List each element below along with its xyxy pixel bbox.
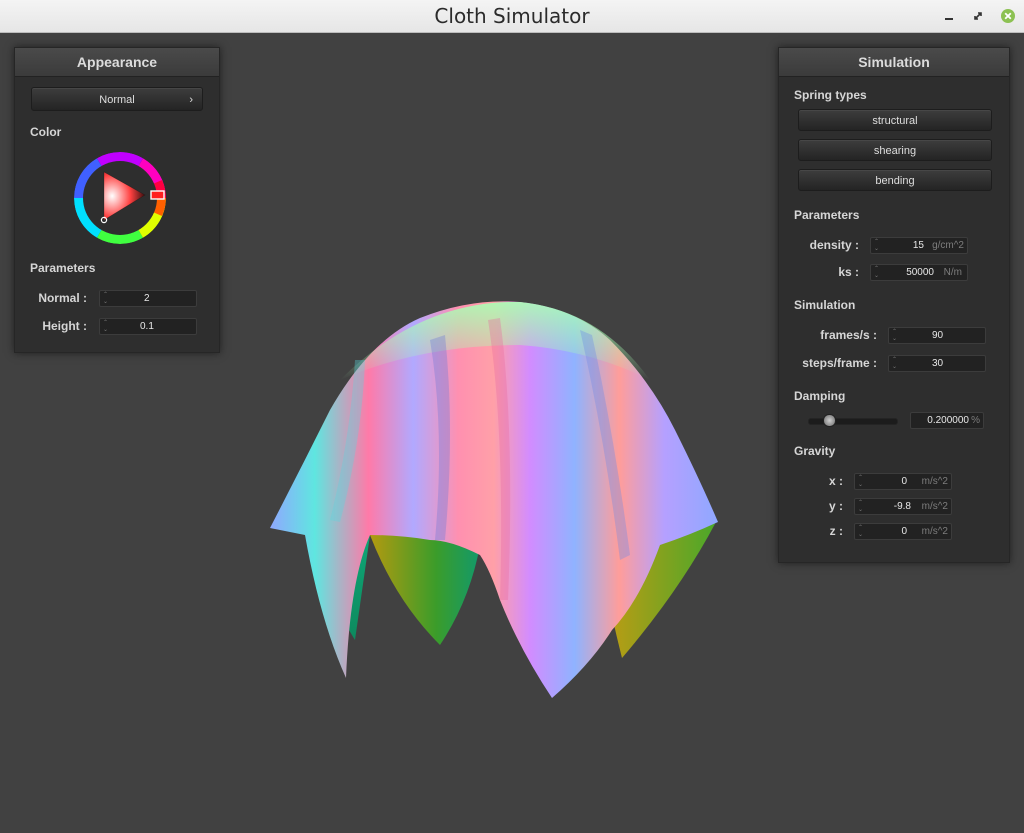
appearance-panel: Appearance Normal › Color Parameters Nor… bbox=[14, 47, 220, 353]
gravity-y-label: y : bbox=[828, 499, 843, 513]
window-title: Cloth Simulator bbox=[434, 4, 590, 28]
spring-structural-label: structural bbox=[872, 115, 918, 127]
damping-value: 0.200000 bbox=[927, 415, 969, 426]
gravity-x-field[interactable]: ⌃ ⌄ 0 m/s^2 bbox=[854, 473, 952, 490]
damping-slider-handle[interactable] bbox=[823, 414, 837, 427]
appearance-header[interactable]: Appearance bbox=[15, 48, 219, 77]
ks-unit: N/m bbox=[943, 267, 962, 278]
steps-value: 30 bbox=[932, 358, 944, 369]
spin-arrows-icon[interactable]: ⌃ ⌄ bbox=[874, 239, 882, 253]
fps-field[interactable]: ⌃ ⌄ 90 bbox=[888, 327, 986, 344]
density-field[interactable]: ⌃ ⌄ 15 g/cm^2 bbox=[870, 237, 968, 254]
spin-arrows-icon[interactable]: ⌃ ⌄ bbox=[892, 357, 900, 371]
ks-label: ks : bbox=[838, 265, 859, 279]
fps-value: 90 bbox=[932, 330, 944, 341]
gravity-label: Gravity bbox=[794, 444, 836, 458]
spin-arrows-icon[interactable]: ⌃ ⌄ bbox=[858, 525, 866, 539]
simulation-header[interactable]: Simulation bbox=[779, 48, 1009, 77]
sim-params-label: Parameters bbox=[794, 208, 860, 222]
maximize-icon[interactable] bbox=[970, 8, 986, 24]
color-label: Color bbox=[30, 125, 62, 139]
title-bar: Cloth Simulator bbox=[0, 0, 1024, 33]
normal-label: Normal : bbox=[38, 291, 87, 305]
ks-value: 50000 bbox=[906, 267, 934, 278]
simulation-section-label: Simulation bbox=[794, 298, 856, 312]
gravity-z-field[interactable]: ⌃ ⌄ 0 m/s^2 bbox=[854, 523, 952, 540]
gravity-z-unit: m/s^2 bbox=[921, 526, 948, 537]
gravity-y-field[interactable]: ⌃ ⌄ -9.8 m/s^2 bbox=[854, 498, 952, 515]
simulation-panel: Simulation Spring types structural shear… bbox=[778, 47, 1010, 563]
gravity-x-unit: m/s^2 bbox=[921, 476, 948, 487]
shader-select-value: Normal bbox=[99, 94, 135, 106]
height-label: Height : bbox=[42, 319, 87, 333]
minimize-icon[interactable] bbox=[941, 8, 957, 24]
gravity-y-unit: m/s^2 bbox=[921, 501, 948, 512]
spring-shearing-button[interactable]: shearing bbox=[798, 139, 992, 161]
damping-slider-track[interactable] bbox=[808, 418, 898, 425]
spring-bending-button[interactable]: bending bbox=[798, 169, 992, 191]
ks-field[interactable]: ⌃ ⌄ 50000 N/m bbox=[870, 264, 968, 281]
gravity-x-label: x : bbox=[828, 474, 843, 488]
height-value: 0.1 bbox=[140, 321, 154, 332]
steps-label: steps/frame : bbox=[802, 356, 877, 370]
spin-arrows-icon[interactable]: ⌃ ⌄ bbox=[103, 292, 111, 306]
damping-label: Damping bbox=[794, 389, 846, 403]
normal-field[interactable]: ⌃ ⌄ 2 bbox=[99, 290, 197, 307]
spin-arrows-icon[interactable]: ⌃ ⌄ bbox=[858, 500, 866, 514]
close-icon[interactable] bbox=[1000, 8, 1016, 24]
spin-arrows-icon[interactable]: ⌃ ⌄ bbox=[103, 320, 111, 334]
chevron-right-icon: › bbox=[189, 94, 193, 106]
gravity-x-value: 0 bbox=[901, 476, 907, 487]
spring-types-label: Spring types bbox=[794, 88, 867, 102]
steps-field[interactable]: ⌃ ⌄ 30 bbox=[888, 355, 986, 372]
spin-arrows-icon[interactable]: ⌃ ⌄ bbox=[874, 266, 882, 280]
spring-bending-label: bending bbox=[875, 175, 915, 187]
gravity-z-value: 0 bbox=[901, 526, 907, 537]
spring-structural-button[interactable]: structural bbox=[798, 109, 992, 131]
spin-arrows-icon[interactable]: ⌃ ⌄ bbox=[892, 329, 900, 343]
spring-shearing-label: shearing bbox=[873, 145, 917, 157]
gravity-y-value: -9.8 bbox=[893, 501, 911, 512]
normal-value: 2 bbox=[144, 293, 150, 304]
damping-unit: % bbox=[971, 415, 980, 426]
density-value: 15 bbox=[912, 240, 924, 251]
gravity-z-label: z : bbox=[829, 524, 843, 538]
density-label: density : bbox=[809, 238, 859, 252]
damping-field[interactable]: 0.200000 % bbox=[910, 412, 984, 429]
app-window: Cloth Simulator Appearance Normal › Colo… bbox=[0, 0, 1024, 833]
appearance-params-label: Parameters bbox=[30, 261, 96, 275]
fps-label: frames/s : bbox=[820, 328, 877, 342]
spin-arrows-icon[interactable]: ⌃ ⌄ bbox=[858, 475, 866, 489]
density-unit: g/cm^2 bbox=[932, 240, 964, 251]
height-field[interactable]: ⌃ ⌄ 0.1 bbox=[99, 318, 197, 335]
color-wheel[interactable] bbox=[72, 150, 168, 246]
shader-select[interactable]: Normal › bbox=[31, 87, 203, 111]
